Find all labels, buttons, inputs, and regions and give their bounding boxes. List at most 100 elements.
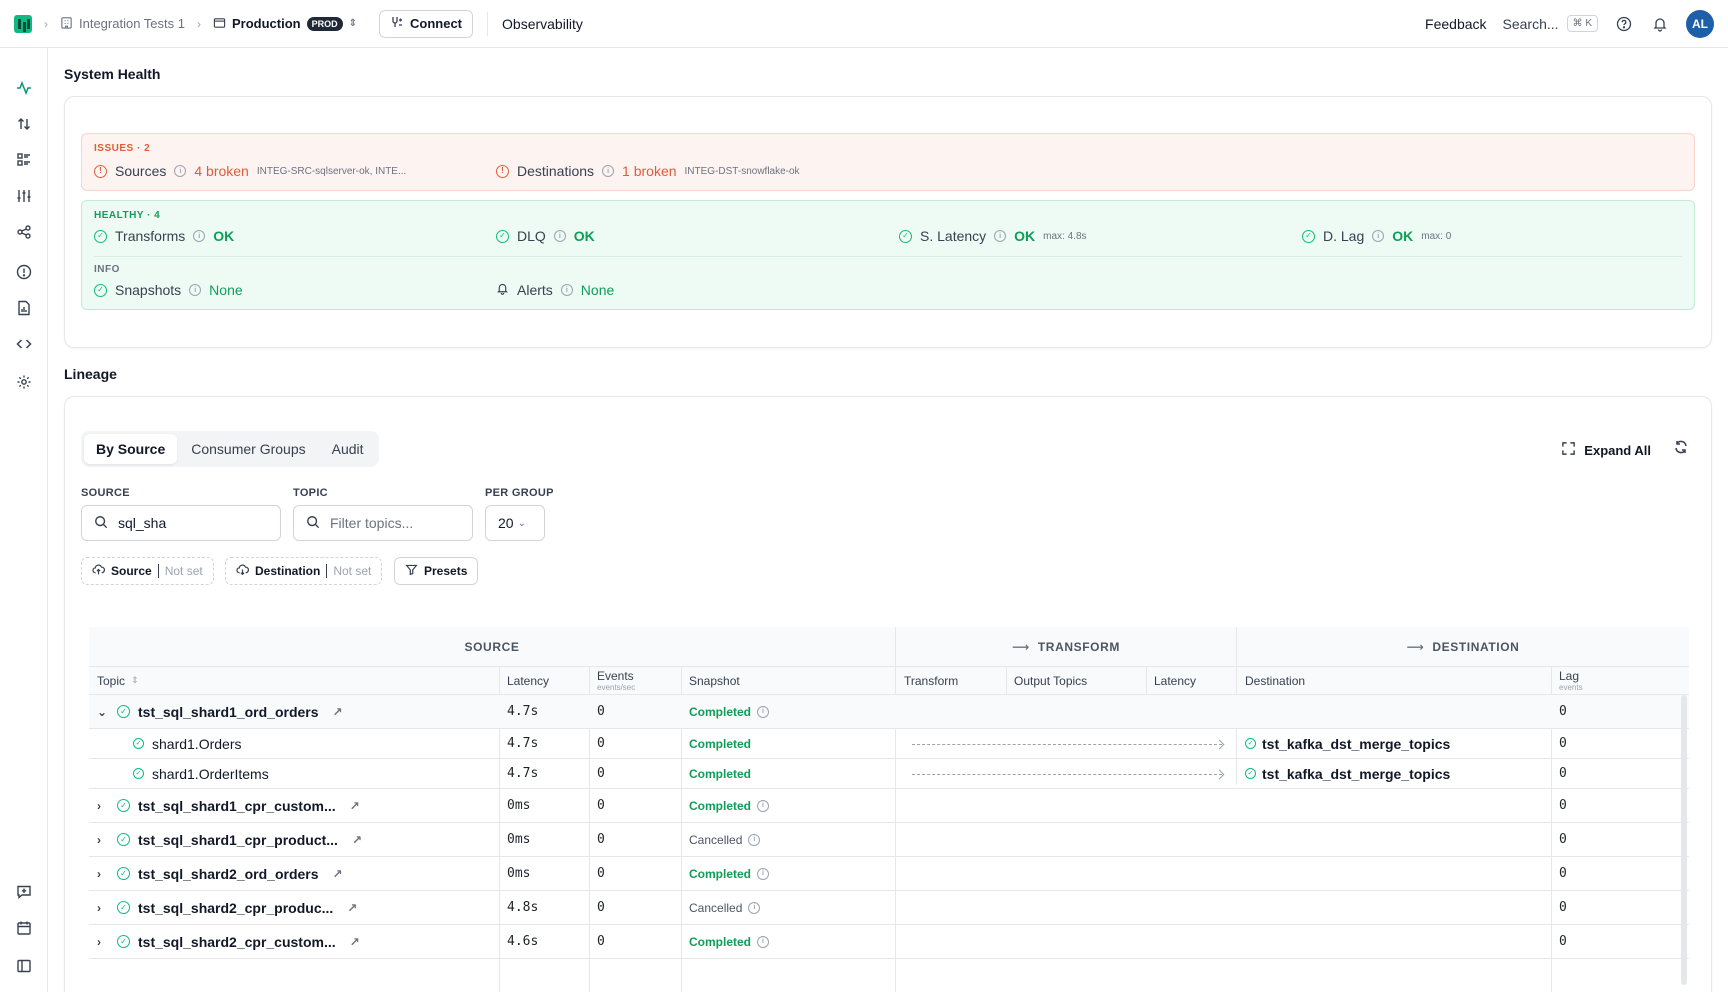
user-avatar[interactable]: AL xyxy=(1686,9,1714,38)
info-icon[interactable]: i xyxy=(748,833,761,846)
share-icon[interactable] xyxy=(14,222,34,242)
bell-icon[interactable] xyxy=(1650,14,1670,34)
sliders-icon[interactable] xyxy=(14,186,34,206)
info-icon[interactable]: i xyxy=(560,284,573,296)
info-icon[interactable]: i xyxy=(757,799,770,812)
info-icon[interactable]: i xyxy=(757,867,770,880)
tab-audit[interactable]: Audit xyxy=(320,434,376,464)
healthy-dlq[interactable]: ✓ DLQ i OK xyxy=(496,228,595,244)
external-link-icon[interactable]: ↗ xyxy=(350,935,360,949)
info-icon[interactable]: i xyxy=(553,230,566,242)
table-row[interactable]: ⌄ ✓ tst_sql_shard1_ord_orders ↗ 4.7s 0 C… xyxy=(89,695,1689,729)
snapshot-cell: Cancelled i xyxy=(681,823,768,856)
external-link-icon[interactable]: ↗ xyxy=(347,901,357,915)
per-group-select[interactable]: 20 ⌄ xyxy=(485,505,545,541)
breadcrumb-workspace[interactable]: Integration Tests 1 xyxy=(60,16,185,32)
chevron-right-icon[interactable]: › xyxy=(97,867,109,881)
alert-circle-icon[interactable] xyxy=(14,262,34,282)
latency-cell: 0ms xyxy=(507,866,531,881)
table-scrollbar[interactable] xyxy=(1681,695,1687,985)
snapshot-status: Cancelled xyxy=(689,832,743,847)
connect-button[interactable]: Connect xyxy=(379,9,474,38)
environment-selector[interactable]: Production PROD ⇕ xyxy=(213,16,357,32)
help-icon[interactable] xyxy=(1614,14,1634,34)
refresh-icon[interactable] xyxy=(1673,439,1689,458)
info-icon[interactable]: i xyxy=(757,935,770,948)
topic-cell: ✓ shard1.OrderItems xyxy=(125,759,277,788)
message-plus-icon[interactable] xyxy=(14,882,34,902)
activity-icon[interactable] xyxy=(14,78,34,98)
topic-name[interactable]: tst_sql_shard2_ord_orders xyxy=(138,866,319,882)
external-link-icon[interactable]: ↗ xyxy=(333,867,343,881)
arrows-updown-icon[interactable] xyxy=(14,114,34,134)
stat-detail: INTEG-DST-snowflake-ok xyxy=(684,165,800,177)
table-row[interactable]: › ✓ tst_sql_shard2_cpr_custom... ↗ 4.6s … xyxy=(89,925,1689,959)
sidebar-toggle-icon[interactable] xyxy=(14,956,34,976)
table-row[interactable]: › ✓ tst_sql_shard2_cpr_produc... ↗ 4.8s … xyxy=(89,891,1689,925)
info-icon[interactable]: i xyxy=(748,901,761,914)
feedback-link[interactable]: Feedback xyxy=(1425,16,1486,32)
source-chip[interactable]: Source Not set xyxy=(81,557,214,585)
table-row[interactable]: ✓ shard1.OrderItems 4.7s 0 Completed ✓ t… xyxy=(89,759,1689,789)
calendar-icon[interactable] xyxy=(14,918,34,938)
presets-button[interactable]: Presets xyxy=(394,557,479,585)
info-icon[interactable]: i xyxy=(602,165,615,177)
lag-cell: 0 xyxy=(1559,766,1567,781)
tab-consumer-groups[interactable]: Consumer Groups xyxy=(179,434,317,464)
topic-name[interactable]: tst_sql_shard1_cpr_product... xyxy=(138,832,338,848)
app-logo-icon[interactable] xyxy=(14,14,32,33)
chevron-right-icon[interactable]: › xyxy=(97,901,109,915)
folder-icon xyxy=(213,16,226,32)
healthy-destination-lag[interactable]: ✓ D. Lag i OK max: 0 xyxy=(1302,228,1451,244)
code-icon[interactable] xyxy=(14,334,34,354)
lag-cell: 0 xyxy=(1559,736,1567,751)
table-row[interactable]: › ✓ tst_sql_shard1_cpr_custom... ↗ 0ms 0… xyxy=(89,789,1689,823)
healthy-transforms[interactable]: ✓ Transforms i OK xyxy=(94,228,234,244)
sort-icon[interactable]: ⇕ xyxy=(131,675,139,686)
info-icon[interactable]: i xyxy=(189,284,202,296)
gear-icon[interactable] xyxy=(14,372,34,392)
topic-cell: › ✓ tst_sql_shard2_cpr_produc... ↗ xyxy=(89,891,365,924)
table-row[interactable]: › ✓ tst_sql_shard2_ord_orders ↗ 0ms 0 Co… xyxy=(89,857,1689,891)
topic-name[interactable]: tst_sql_shard2_cpr_custom... xyxy=(138,934,336,950)
info-icon[interactable]: i xyxy=(994,230,1007,242)
search-label: Search... xyxy=(1502,15,1559,32)
info-icon[interactable]: i xyxy=(174,165,187,177)
destination-name[interactable]: tst_kafka_dst_merge_topics xyxy=(1262,766,1450,782)
issue-destinations[interactable]: ! Destinations i 1 broken INTEG-DST-snow… xyxy=(496,163,800,179)
search-button[interactable]: Search... ⌘ K xyxy=(1503,15,1598,32)
table-row[interactable]: ✓ shard1.Orders 4.7s 0 Completed ✓ tst_k… xyxy=(89,729,1689,759)
chevron-right-icon[interactable]: › xyxy=(97,833,109,847)
destination-chip-label: Destination xyxy=(255,564,321,578)
external-link-icon[interactable]: ↗ xyxy=(350,799,360,813)
source-filter-input[interactable]: sql_sha xyxy=(81,505,281,541)
file-chart-icon[interactable] xyxy=(14,298,34,318)
chevron-right-icon[interactable]: › xyxy=(97,799,109,813)
chevron-right-icon[interactable]: › xyxy=(97,935,109,949)
topic-name[interactable]: tst_sql_shard2_cpr_produc... xyxy=(138,900,333,916)
info-icon[interactable]: i xyxy=(193,230,206,242)
column-events: Events events/sec xyxy=(589,667,681,695)
destination-chip[interactable]: Destination Not set xyxy=(225,557,383,585)
external-link-icon[interactable]: ↗ xyxy=(352,833,362,847)
stat-detail: max: 0 xyxy=(1421,230,1452,242)
info-icon[interactable]: i xyxy=(757,705,770,718)
topic-name[interactable]: tst_sql_shard1_cpr_custom... xyxy=(138,798,336,814)
destination-name[interactable]: tst_kafka_dst_merge_topics xyxy=(1262,736,1450,752)
table-row[interactable]: › ✓ tst_sql_shard1_cpr_product... ↗ 0ms … xyxy=(89,823,1689,857)
tab-by-source[interactable]: By Source xyxy=(84,434,178,464)
column-topic[interactable]: Topic ⇕ xyxy=(89,667,499,695)
info-snapshots[interactable]: ✓ Snapshots i None xyxy=(94,282,243,298)
info-icon[interactable]: i xyxy=(1372,230,1385,242)
external-link-icon[interactable]: ↗ xyxy=(333,705,343,719)
source-group-header: SOURCE xyxy=(89,627,895,667)
chevron-down-icon[interactable]: ⌄ xyxy=(97,705,109,719)
expand-all-button[interactable]: Expand All xyxy=(1561,441,1651,459)
topic-filter-input[interactable]: Filter topics... xyxy=(293,505,473,541)
issue-sources[interactable]: ! Sources i 4 broken INTEG-SRC-sqlserver… xyxy=(94,163,406,179)
healthy-source-latency[interactable]: ✓ S. Latency i OK max: 4.8s xyxy=(899,228,1087,244)
list-icon[interactable] xyxy=(14,150,34,170)
column-label: Snapshot xyxy=(689,673,740,688)
info-alerts[interactable]: Alerts i None xyxy=(496,282,614,298)
topic-name[interactable]: tst_sql_shard1_ord_orders xyxy=(138,704,319,720)
